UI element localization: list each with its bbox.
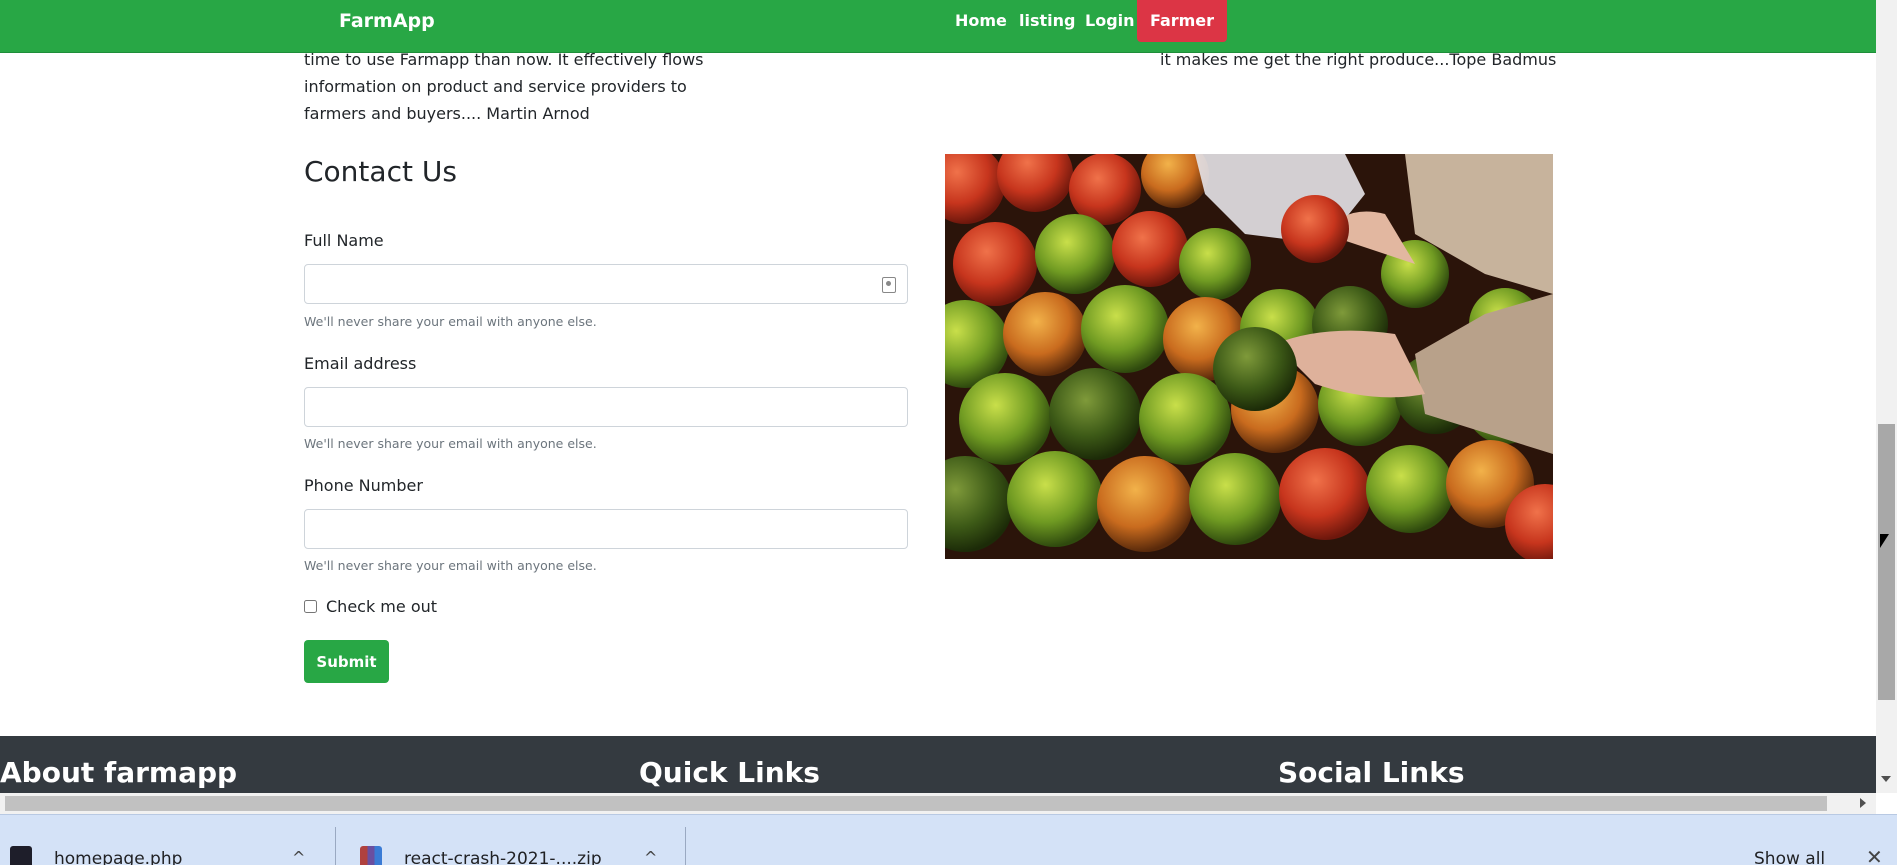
- download-bar: homepage.php ^ react-crash-2021-....zip …: [0, 814, 1897, 865]
- email-input[interactable]: [304, 387, 908, 427]
- tomato-market-image: [945, 154, 1553, 559]
- brand-logo[interactable]: FarmApp: [339, 10, 435, 32]
- testimonial-line: time to use Farmapp than now. It effecti…: [304, 50, 704, 69]
- nav-farmer-button[interactable]: Farmer: [1137, 0, 1227, 42]
- nav-listing-link[interactable]: listing: [1019, 12, 1075, 30]
- vertical-scrollbar[interactable]: [1876, 0, 1897, 793]
- footer-quick-links-heading: Quick Links: [639, 756, 820, 789]
- phone-input[interactable]: [304, 509, 908, 549]
- archive-file-icon: [360, 846, 382, 865]
- phone-label: Phone Number: [304, 476, 423, 495]
- nav-home-link[interactable]: Home: [955, 12, 1007, 30]
- download-file-name: react-crash-2021-....zip: [404, 849, 602, 865]
- download-item-react-zip[interactable]: react-crash-2021-....zip ^: [350, 815, 684, 865]
- contact-title: Contact Us: [304, 155, 457, 188]
- produce-photo: [945, 154, 1553, 559]
- email-help: We'll never share your email with anyone…: [304, 436, 597, 451]
- chevron-up-icon[interactable]: ^: [292, 849, 305, 865]
- contact-card-icon[interactable]: [882, 277, 896, 293]
- navbar: FarmApp Home listing Login Farmer: [0, 0, 1876, 53]
- vertical-scrollbar-thumb[interactable]: [1878, 424, 1895, 700]
- download-item-homepage[interactable]: homepage.php ^: [0, 815, 334, 865]
- testimonial-line: farmers and buyers.... Martin Arnod: [304, 104, 590, 123]
- check-me-out-checkbox[interactable]: [304, 600, 317, 613]
- full-name-label: Full Name: [304, 231, 384, 250]
- show-all-downloads-button[interactable]: Show all: [1754, 849, 1825, 865]
- full-name-input[interactable]: [304, 264, 908, 304]
- email-label: Email address: [304, 354, 417, 373]
- horizontal-scrollbar-thumb[interactable]: [5, 796, 1827, 811]
- phpstorm-file-icon: [10, 846, 32, 865]
- mouse-cursor-icon: [1880, 534, 1889, 548]
- testimonial-line: information on product and service provi…: [304, 77, 687, 96]
- scroll-down-arrow-icon[interactable]: [1881, 776, 1891, 782]
- close-icon[interactable]: ✕: [1866, 847, 1883, 865]
- check-me-out-label[interactable]: Check me out: [326, 597, 437, 617]
- browser-viewport: FarmApp Home listing Login Farmer time t…: [0, 0, 1897, 865]
- held-green-tomato: [1213, 327, 1297, 411]
- download-file-name: homepage.php: [54, 849, 183, 865]
- held-red-tomato: [1281, 195, 1349, 263]
- scroll-right-arrow-icon[interactable]: [1860, 798, 1866, 808]
- horizontal-scrollbar[interactable]: [0, 793, 1876, 814]
- nav-login-link[interactable]: Login: [1085, 12, 1135, 30]
- footer-about-heading: About farmapp: [0, 756, 238, 789]
- testimonial-tope: it makes me get the right produce...Tope…: [1160, 50, 1557, 69]
- full-name-help: We'll never share your email with anyone…: [304, 314, 597, 329]
- chevron-up-icon[interactable]: ^: [644, 849, 657, 865]
- footer-social-links-heading: Social Links: [1278, 756, 1465, 789]
- submit-button[interactable]: Submit: [304, 640, 389, 683]
- download-separator: [335, 827, 336, 865]
- download-separator: [685, 827, 686, 865]
- phone-help: We'll never share your email with anyone…: [304, 558, 597, 573]
- testimonial-martin: time to use Farmapp than now. It effecti…: [304, 46, 703, 127]
- footer: About farmapp Quick Links Social Links: [0, 736, 1876, 793]
